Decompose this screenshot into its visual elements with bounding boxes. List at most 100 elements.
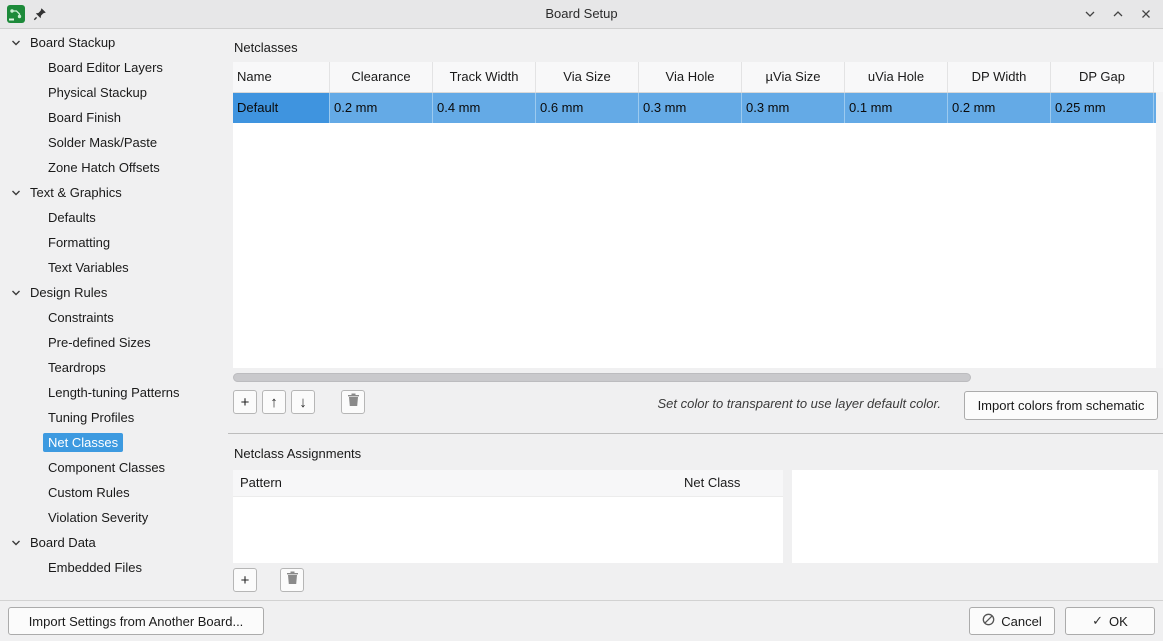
dialog-footer: Import Settings from Another Board... Ca…	[0, 600, 1163, 641]
delete-netclass-button[interactable]	[341, 390, 365, 414]
sidebar-item-label: Board Data	[25, 533, 101, 552]
assignments-section-title: Netclass Assignments	[234, 446, 361, 461]
cancel-button-label: Cancel	[1001, 614, 1041, 629]
netclass-cell[interactable]: 0.2 mm	[330, 93, 433, 123]
sidebar-item-defaults[interactable]: Defaults	[0, 205, 228, 230]
sidebar-item-label: Physical Stackup	[43, 83, 152, 102]
sidebar-item-net-classes[interactable]: Net Classes	[0, 430, 228, 455]
move-up-button[interactable]: ↑	[262, 390, 286, 414]
delete-assignment-button[interactable]	[280, 568, 304, 592]
netclass-row[interactable]: Default0.2 mm0.4 mm0.6 mm0.3 mm0.3 mm0.1…	[233, 93, 1163, 123]
import-colors-button[interactable]: Import colors from schematic	[964, 391, 1158, 420]
section-splitter[interactable]	[228, 433, 1163, 434]
sidebar-item-pre-defined-sizes[interactable]: Pre-defined Sizes	[0, 330, 228, 355]
plus-icon: +	[241, 394, 250, 411]
cancel-button[interactable]: Cancel	[969, 607, 1055, 635]
netclasses-vertical-scrollbar[interactable]	[1156, 92, 1163, 368]
close-window-icon[interactable]	[1139, 7, 1153, 21]
sidebar-item-embedded-files[interactable]: Embedded Files	[0, 555, 228, 580]
add-netclass-button[interactable]: +	[233, 390, 257, 414]
netclasses-table: NameClearanceTrack WidthVia SizeVia Hole…	[233, 62, 1163, 368]
netclass-cell[interactable]: 0.6 mm	[536, 93, 639, 123]
netclasses-column-header[interactable]: Via Hole	[639, 62, 742, 92]
netclasses-column-header[interactable]: µVia Size	[742, 62, 845, 92]
netclasses-column-header[interactable]: Track Width	[433, 62, 536, 92]
add-assignment-button[interactable]: +	[233, 568, 257, 592]
netclass-cell[interactable]: Default	[233, 93, 330, 123]
netclass-cell[interactable]: 0.2 mm	[948, 93, 1051, 123]
assignments-header-row: Pattern Net Class	[233, 470, 783, 497]
sidebar-item-teardrops[interactable]: Teardrops	[0, 355, 228, 380]
sidebar-item-physical-stackup[interactable]: Physical Stackup	[0, 80, 228, 105]
plus-icon: +	[241, 572, 250, 589]
sidebar-item-label: Component Classes	[43, 458, 170, 477]
maximize-window-icon[interactable]	[1111, 7, 1125, 21]
chevron-down-icon[interactable]	[10, 37, 22, 49]
sidebar-item-board-data[interactable]: Board Data	[0, 530, 228, 555]
chevron-down-icon[interactable]	[10, 187, 22, 199]
sidebar-item-label: Defaults	[43, 208, 101, 227]
sidebar-item-text-graphics[interactable]: Text & Graphics	[0, 180, 228, 205]
arrow-up-icon: ↑	[270, 394, 278, 411]
netclasses-column-header[interactable]: DP Width	[948, 62, 1051, 92]
sidebar-item-label: Solder Mask/Paste	[43, 133, 162, 152]
netclasses-column-header[interactable]: uVia Hole	[845, 62, 948, 92]
color-hint-text: Set color to transparent to use layer de…	[657, 396, 941, 411]
pattern-column-header[interactable]: Pattern	[233, 470, 677, 496]
sidebar-item-label: Violation Severity	[43, 508, 153, 527]
sidebar-item-label: Board Editor Layers	[43, 58, 168, 77]
sidebar-item-label: Zone Hatch Offsets	[43, 158, 165, 177]
sidebar-item-label: Formatting	[43, 233, 115, 252]
move-down-button[interactable]: ↓	[291, 390, 315, 414]
sidebar-item-board-stackup[interactable]: Board Stackup	[0, 30, 228, 55]
netclass-cell[interactable]: 0.1 mm	[845, 93, 948, 123]
netclasses-column-header[interactable]: DP Gap	[1051, 62, 1154, 92]
sidebar-item-label: Pre-defined Sizes	[43, 333, 156, 352]
netclass-cell[interactable]: 0.3 mm	[639, 93, 742, 123]
sidebar-item-label: Board Stackup	[25, 33, 120, 52]
scrollbar-thumb[interactable]	[233, 373, 971, 382]
sidebar-item-text-variables[interactable]: Text Variables	[0, 255, 228, 280]
chevron-down-icon[interactable]	[10, 287, 22, 299]
window-controls	[1083, 0, 1153, 28]
sidebar-item-length-tuning-patterns[interactable]: Length-tuning Patterns	[0, 380, 228, 405]
sidebar-item-label: Board Finish	[43, 108, 126, 127]
sidebar-item-label: Constraints	[43, 308, 119, 327]
netclass-cell[interactable]: 0.4 mm	[433, 93, 536, 123]
assignments-preview-panel	[792, 470, 1158, 563]
netclass-cell[interactable]: 0.3 mm	[742, 93, 845, 123]
sidebar-item-board-finish[interactable]: Board Finish	[0, 105, 228, 130]
netclass-cell[interactable]: 0.25 mm	[1051, 93, 1154, 123]
sidebar-item-custom-rules[interactable]: Custom Rules	[0, 480, 228, 505]
sidebar-item-violation-severity[interactable]: Violation Severity	[0, 505, 228, 530]
netclasses-rows: Default0.2 mm0.4 mm0.6 mm0.3 mm0.3 mm0.1…	[233, 93, 1163, 123]
netclasses-column-header[interactable]: Name	[233, 62, 330, 92]
sidebar-item-formatting[interactable]: Formatting	[0, 230, 228, 255]
sidebar-item-label: Text & Graphics	[25, 183, 127, 202]
sidebar-item-board-editor-layers[interactable]: Board Editor Layers	[0, 55, 228, 80]
netclasses-column-header[interactable]: Clearance	[330, 62, 433, 92]
netclass-column-header[interactable]: Net Class	[677, 470, 783, 496]
sidebar-item-label: Embedded Files	[43, 558, 147, 577]
sidebar-item-tuning-profiles[interactable]: Tuning Profiles	[0, 405, 228, 430]
chevron-down-icon[interactable]	[10, 537, 22, 549]
ok-button-label: OK	[1109, 614, 1128, 629]
sidebar-item-component-classes[interactable]: Component Classes	[0, 455, 228, 480]
sidebar-item-constraints[interactable]: Constraints	[0, 305, 228, 330]
sidebar-item-label: Text Variables	[43, 258, 134, 277]
sidebar-item-zone-hatch-offsets[interactable]: Zone Hatch Offsets	[0, 155, 228, 180]
netclasses-horizontal-scrollbar[interactable]	[233, 373, 1161, 383]
cancel-icon	[982, 613, 995, 629]
shade-window-icon[interactable]	[1083, 7, 1097, 21]
netclasses-column-header[interactable]: Via Size	[536, 62, 639, 92]
sidebar-item-label: Tuning Profiles	[43, 408, 139, 427]
sidebar-item-design-rules[interactable]: Design Rules	[0, 280, 228, 305]
arrow-down-icon: ↓	[299, 394, 307, 411]
ok-button[interactable]: ✓ OK	[1065, 607, 1155, 635]
import-settings-button[interactable]: Import Settings from Another Board...	[8, 607, 264, 635]
sidebar-tree: Board Stackup Board Editor Layers Physical…	[0, 29, 228, 600]
sidebar-item-solder-mask-paste[interactable]: Solder Mask/Paste	[0, 130, 228, 155]
trash-icon	[286, 571, 299, 589]
trash-icon	[347, 393, 360, 411]
sidebar-item-label: Net Classes	[43, 433, 123, 452]
